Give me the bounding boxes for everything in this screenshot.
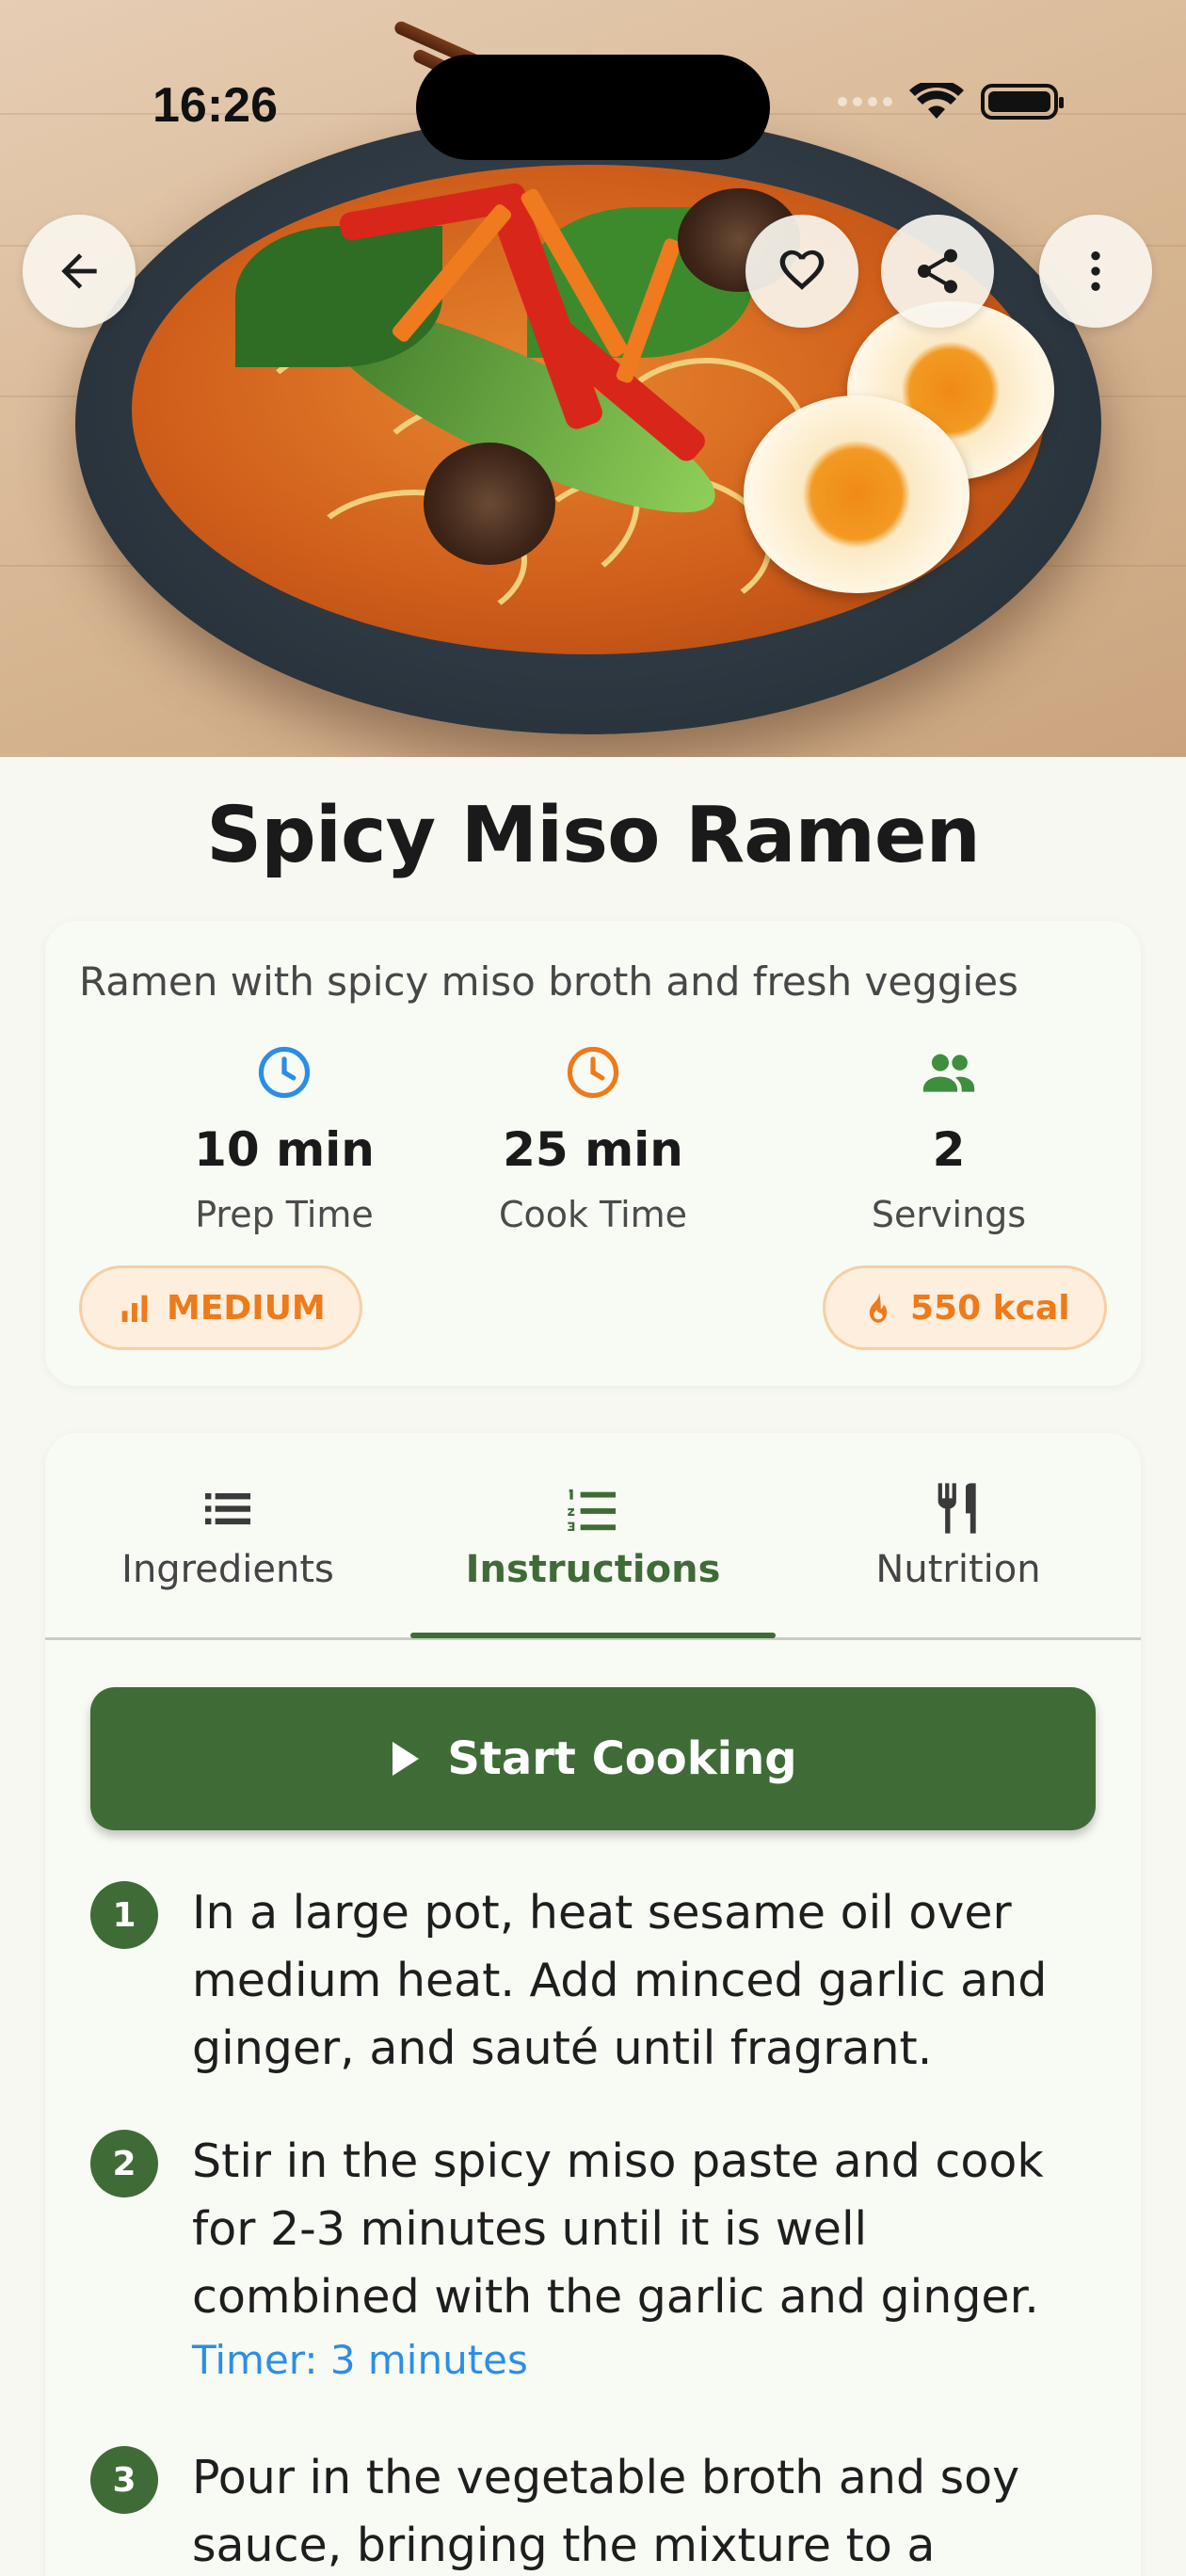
- calories-chip: 550 kcal: [823, 1265, 1107, 1350]
- instruction-step: 1 In a large pot, heat sesame oil over m…: [90, 1879, 1096, 2086]
- share-button[interactable]: [881, 215, 994, 328]
- step-text: In a large pot, heat sesame oil over med…: [192, 1886, 1048, 2075]
- list-icon: [205, 1493, 250, 1525]
- tab-nutrition-label: Nutrition: [875, 1548, 1041, 1591]
- prep-time-label: Prep Time: [195, 1194, 374, 1235]
- more-button[interactable]: [1039, 215, 1152, 328]
- difficulty-label: MEDIUM: [167, 1288, 326, 1328]
- instruction-step: 2 Stir in the spicy miso paste and cook …: [90, 2128, 1096, 2401]
- play-icon: [393, 1742, 420, 1776]
- step-number-badge: 1: [90, 1881, 158, 1949]
- dynamic-island: [416, 55, 770, 160]
- servings-value: 2: [932, 1122, 966, 1177]
- prep-time-value: 10 min: [194, 1122, 375, 1177]
- cellular-signal-icon: [838, 97, 892, 106]
- flame-icon: [869, 1292, 888, 1323]
- status-icons: [838, 83, 1064, 121]
- start-cooking-label: Start Cooking: [447, 1732, 797, 1785]
- favorite-button[interactable]: [745, 215, 858, 328]
- people-icon: [922, 1054, 975, 1092]
- cook-time-value: 25 min: [503, 1122, 683, 1177]
- tab-bar: Ingredients Instructions Nutrition: [45, 1433, 1141, 1640]
- step-text: Pour in the vegetable broth and soy sauc…: [192, 2451, 1020, 2572]
- tab-instructions-label: Instructions: [465, 1548, 721, 1591]
- wifi-icon: [909, 83, 964, 119]
- start-cooking-button[interactable]: Start Cooking: [90, 1687, 1096, 1830]
- tab-instructions[interactable]: Instructions: [410, 1478, 776, 1591]
- tab-ingredients-label: Ingredients: [121, 1548, 334, 1591]
- more-vertical-icon: [1091, 251, 1100, 291]
- cutlery-icon: [938, 1483, 976, 1534]
- cook-time-label: Cook Time: [498, 1194, 688, 1235]
- recipe-description: Ramen with spicy miso broth and fresh ve…: [79, 958, 1018, 1005]
- recipe-title: Spicy Miso Ramen: [206, 791, 981, 880]
- difficulty-chip: MEDIUM: [79, 1265, 362, 1350]
- tab-ingredients[interactable]: Ingredients: [45, 1478, 410, 1591]
- tab-nutrition[interactable]: Nutrition: [776, 1478, 1141, 1591]
- calories-label: 550 kcal: [910, 1288, 1070, 1328]
- recipe-info-card: Ramen with spicy miso broth and fresh ve…: [45, 921, 1141, 1386]
- servings-label: Servings: [871, 1194, 1027, 1235]
- clock-icon: [567, 1046, 619, 1099]
- cook-time-stat: 25 min Cook Time: [424, 1043, 762, 1235]
- clock-icon: [258, 1046, 311, 1099]
- step-number-badge: 3: [90, 2446, 158, 2514]
- step-text: Stir in the spicy miso paste and cook fo…: [192, 2134, 1044, 2324]
- recipe-details-card: Ingredients Instructions Nutrition Start…: [45, 1433, 1141, 2576]
- instruction-step: 3 Pour in the vegetable broth and soy sa…: [90, 2444, 1096, 2576]
- arrow-left-icon: [61, 253, 97, 289]
- step-number-badge: 2: [90, 2130, 158, 2198]
- active-tab-indicator: [410, 1633, 776, 1638]
- step-timer-link[interactable]: Timer: 3 minutes: [192, 2337, 528, 2383]
- servings-stat: 2 Servings: [779, 1043, 1118, 1235]
- status-time: 16:26: [152, 78, 278, 133]
- prep-time-stat: 10 min Prep Time: [115, 1043, 454, 1235]
- signal-bars-icon: [121, 1295, 148, 1322]
- numbered-list-icon: [568, 1489, 616, 1531]
- back-button[interactable]: [23, 215, 136, 328]
- battery-icon: [981, 84, 1064, 120]
- heart-icon: [779, 250, 825, 290]
- share-icon: [918, 249, 957, 294]
